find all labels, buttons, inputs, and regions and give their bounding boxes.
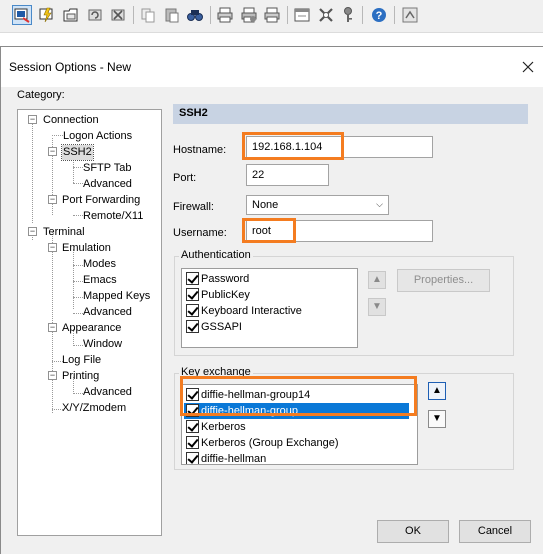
find-icon[interactable] <box>185 5 205 25</box>
tree-item-ssh2-advanced[interactable]: Advanced <box>83 177 132 192</box>
list-item[interactable]: Kerberos <box>184 419 246 435</box>
tree-item-log-file[interactable]: Log File <box>62 353 101 368</box>
checkbox[interactable] <box>186 403 199 417</box>
tree-item-appearance[interactable]: Appearance <box>62 321 121 336</box>
toolbar: ? <box>0 0 543 33</box>
hostname-label: Hostname: <box>173 144 227 156</box>
paste-icon[interactable] <box>162 5 182 25</box>
list-item[interactable]: PublicKey <box>184 287 250 303</box>
connect-icon[interactable] <box>12 5 32 25</box>
tree-item-port-forwarding[interactable]: Port Forwarding <box>62 193 140 208</box>
reconnect-icon[interactable] <box>85 5 105 25</box>
collapse-icon[interactable]: − <box>28 227 37 236</box>
tree-item-emulation[interactable]: Emulation <box>62 241 111 256</box>
port-input[interactable]: 22 <box>246 164 329 186</box>
authentication-list[interactable]: Password PublicKey Keyboard Interactive … <box>181 268 358 348</box>
tree-item-sftp-tab[interactable]: SFTP Tab <box>83 161 132 176</box>
firewall-label: Firewall: <box>173 201 214 213</box>
move-down-button[interactable]: ▼ <box>368 298 386 316</box>
collapse-icon[interactable]: − <box>48 147 57 156</box>
key-exchange-list[interactable]: diffie-hellman-group14 diffie-hellman-gr… <box>181 384 418 465</box>
username-label: Username: <box>173 227 227 239</box>
connect-tab-icon[interactable] <box>61 5 81 25</box>
copy-icon[interactable] <box>138 5 158 25</box>
category-label: Category: <box>17 89 65 101</box>
move-up-button[interactable]: ▲ <box>368 271 386 289</box>
username-input[interactable]: root <box>246 220 433 242</box>
checkbox[interactable] <box>186 271 199 285</box>
cancel-button[interactable]: Cancel <box>459 520 531 543</box>
collapse-icon[interactable]: − <box>48 195 57 204</box>
collapse-icon[interactable]: − <box>48 323 57 332</box>
list-item[interactable]: Kerberos (Group Exchange) <box>184 435 339 451</box>
properties-button[interactable]: Properties... <box>397 269 490 292</box>
tree-item-emulation-advanced[interactable]: Advanced <box>83 305 132 320</box>
tree-item-printing[interactable]: Printing <box>62 369 99 384</box>
global-options-icon[interactable] <box>316 5 336 25</box>
list-item-selected[interactable]: diffie-hellman-group <box>184 403 409 419</box>
list-item[interactable]: diffie-hellman <box>184 451 266 464</box>
session-options-dialog: Session Options - New Category: − − − − <box>0 46 543 554</box>
tree-item-logon-actions[interactable]: Logon Actions <box>63 129 132 144</box>
section-header: SSH2 <box>173 104 528 124</box>
tree-item-mapped-keys[interactable]: Mapped Keys <box>83 289 150 304</box>
list-item[interactable]: GSSAPI <box>184 319 242 335</box>
kex-move-up-button[interactable]: ▲ <box>428 382 446 400</box>
firewall-select[interactable]: None ⌵ <box>246 195 389 215</box>
print-icon[interactable] <box>215 5 235 25</box>
checkbox[interactable] <box>186 435 199 449</box>
tree-item-printing-advanced[interactable]: Advanced <box>83 385 132 400</box>
tree-item-window[interactable]: Window <box>83 337 122 352</box>
checkbox[interactable] <box>186 419 199 433</box>
tree-item-connection[interactable]: Connection <box>43 113 99 128</box>
key-exchange-title: Key exchange <box>179 366 253 378</box>
checkbox[interactable] <box>186 319 199 333</box>
checkbox[interactable] <box>186 287 199 301</box>
tree-item-ssh2[interactable]: SSH2 <box>61 144 94 161</box>
dialog-title: Session Options - New <box>9 60 132 74</box>
quick-connect-icon[interactable] <box>37 5 57 25</box>
key-icon[interactable] <box>338 5 358 25</box>
firewall-value: None <box>252 199 279 211</box>
hostname-input[interactable]: 192.168.1.104 <box>246 136 433 158</box>
list-item[interactable]: Keyboard Interactive <box>184 303 302 319</box>
kex-move-down-button[interactable]: ▼ <box>428 410 446 428</box>
list-item[interactable]: Password <box>184 271 249 287</box>
help-icon[interactable]: ? <box>369 5 389 25</box>
ok-button[interactable]: OK <box>377 520 449 543</box>
collapse-icon[interactable]: − <box>48 243 57 252</box>
collapse-icon[interactable]: − <box>48 371 57 380</box>
authentication-title: Authentication <box>179 249 253 261</box>
close-icon[interactable] <box>519 58 537 76</box>
disconnect-icon[interactable] <box>108 5 128 25</box>
tree-item-remote-x11[interactable]: Remote/X11 <box>83 209 143 224</box>
checkbox[interactable] <box>186 303 199 317</box>
checkbox[interactable] <box>186 387 199 401</box>
title-bar: Session Options - New <box>1 47 543 87</box>
list-item[interactable]: diffie-hellman-group14 <box>184 387 310 403</box>
port-label: Port: <box>173 172 197 184</box>
category-tree[interactable]: − − − − − − − Connection Logon Actions S… <box>17 109 162 536</box>
tree-item-terminal[interactable]: Terminal <box>43 225 85 240</box>
sftp-icon[interactable] <box>400 5 420 25</box>
checkbox[interactable] <box>186 451 199 464</box>
collapse-icon[interactable]: − <box>28 115 37 124</box>
session-options-icon[interactable] <box>292 5 312 25</box>
tree-item-emacs[interactable]: Emacs <box>83 273 117 288</box>
tree-item-xyzmodem[interactable]: X/Y/Zmodem <box>62 401 126 416</box>
chevron-down-icon: ⌵ <box>376 199 383 209</box>
tree-item-modes[interactable]: Modes <box>83 257 116 272</box>
print-setup-icon[interactable] <box>239 5 259 25</box>
svg-text:?: ? <box>376 10 383 22</box>
print-selection-icon[interactable] <box>262 5 282 25</box>
